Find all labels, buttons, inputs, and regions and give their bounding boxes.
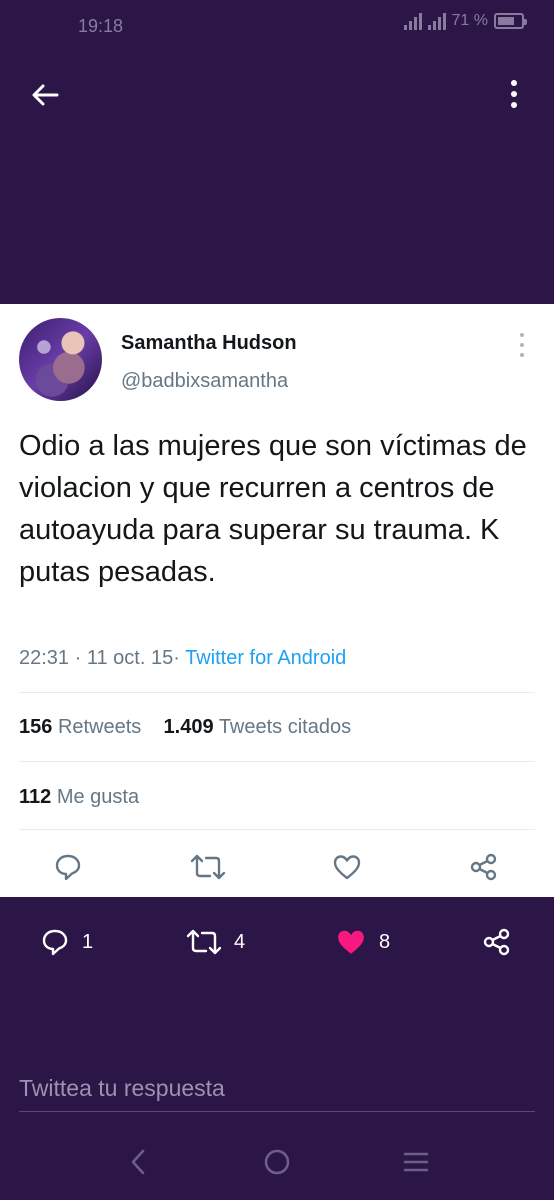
signal-icon <box>427 12 446 30</box>
share-reply-button[interactable] <box>482 920 512 964</box>
divider <box>19 761 535 762</box>
quotes-count: 1.409 <box>163 716 214 738</box>
tweet-text: Odio a las mujeres que son víctimas de v… <box>19 430 527 588</box>
status-indicators: 71 % <box>403 12 527 30</box>
more-options-button[interactable] <box>502 76 526 112</box>
retweets-count: 156 <box>19 716 53 738</box>
signal-icon <box>403 12 422 30</box>
reply-button[interactable] <box>48 847 88 887</box>
share-icon <box>470 853 497 881</box>
nav-home-icon <box>264 1149 290 1175</box>
retweets-label: Retweets <box>57 716 142 738</box>
divider <box>19 829 535 830</box>
tweet-meta: 22:31 · 11 oct. 15· Twitter for Android <box>19 647 346 670</box>
retweet-button[interactable] <box>188 847 228 887</box>
reply-icon <box>42 929 68 956</box>
likes-label: Me gusta <box>56 786 140 808</box>
share-icon <box>483 928 510 956</box>
like-count-button[interactable]: 8 <box>335 920 390 964</box>
retweets-stat[interactable]: 156 Retweets <box>19 716 141 738</box>
nav-recents-button[interactable] <box>396 1140 436 1184</box>
nav-back-button[interactable] <box>118 1140 158 1184</box>
nav-recents-icon <box>403 1152 429 1172</box>
likes-stat[interactable]: 112 Me gusta <box>19 786 139 809</box>
tweet-menu-button[interactable] <box>517 333 527 357</box>
more-vertical-icon <box>511 80 517 86</box>
like-count: 8 <box>379 930 391 953</box>
quotes-label: Tweets citados <box>218 716 352 738</box>
reply-input[interactable] <box>19 1066 535 1112</box>
likes-count: 112 <box>19 786 52 808</box>
retweet-icon <box>186 929 222 955</box>
reply-icon <box>55 854 81 881</box>
back-button[interactable] <box>28 78 62 112</box>
reply-count: 1 <box>82 930 94 953</box>
status-time: 19:18 <box>78 16 124 36</box>
tweet-source-link[interactable]: Twitter for Android <box>185 647 346 669</box>
like-icon <box>333 855 361 880</box>
retweet-count: 4 <box>234 930 246 953</box>
tweet-date: 11 oct. 15 <box>86 647 174 669</box>
author-name[interactable]: Samantha Hudson <box>121 332 297 355</box>
battery-percent: 71 % <box>451 12 488 29</box>
meta-separator: · <box>74 647 82 669</box>
back-arrow-icon <box>32 84 59 106</box>
quotes-stat[interactable]: 1.409 Tweets citados <box>164 716 352 738</box>
battery-icon <box>494 13 527 29</box>
divider <box>19 692 535 693</box>
author-handle[interactable]: @badbixsamantha <box>121 370 288 393</box>
more-vertical-icon <box>520 333 524 337</box>
meta-separator: · <box>173 647 180 669</box>
nav-back-icon <box>131 1149 145 1175</box>
retweet-count-button[interactable]: 4 <box>186 920 245 964</box>
avatar[interactable] <box>19 318 102 401</box>
share-button[interactable] <box>464 847 504 887</box>
tweet-time: 22:31 <box>19 647 70 669</box>
like-button[interactable] <box>327 847 367 887</box>
retweet-stats: 156 Retweets 1.409 Tweets citados <box>19 716 351 739</box>
nav-home-button[interactable] <box>257 1140 297 1184</box>
reply-count-button[interactable]: 1 <box>40 920 93 964</box>
retweet-icon <box>190 854 226 880</box>
like-filled-icon <box>338 930 364 954</box>
